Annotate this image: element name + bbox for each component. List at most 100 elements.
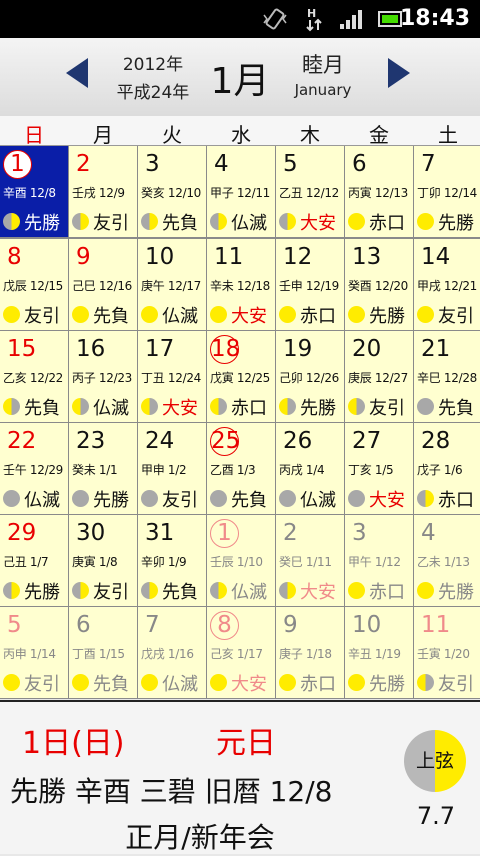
day-cell[interactable]: 15 乙亥 12/22 先負 <box>0 331 68 422</box>
weekday-4: 木 <box>300 123 320 147</box>
day-number: 10 <box>145 243 174 271</box>
day-cell[interactable]: 6 丁酉 1/15 先負 <box>69 607 137 698</box>
lunar-date: 丙寅 12/13 <box>348 186 408 200</box>
day-number: 8 <box>210 611 239 640</box>
day-cell[interactable]: 7 丁卯 12/14 先勝 <box>414 146 480 237</box>
day-cell[interactable]: 7 戊戌 1/16 仏滅 <box>138 607 206 698</box>
day-number-text: 9 <box>283 612 298 638</box>
moon-phase-icon <box>141 582 158 599</box>
day-number-text: 6 <box>76 612 91 638</box>
moon-phase-icon <box>72 490 89 507</box>
day-number-text: 5 <box>7 612 22 638</box>
day-cell[interactable]: 3 甲午 1/12 赤口 <box>345 515 413 606</box>
moon-phase-icon <box>72 674 89 691</box>
day-cell[interactable]: 11 壬寅 1/20 友引 <box>414 607 480 698</box>
day-cell[interactable]: 10 辛丑 1/19 先勝 <box>345 607 413 698</box>
moon-phase-icon <box>417 306 434 323</box>
day-cell[interactable]: 2 癸巳 1/11 大安 <box>276 515 344 606</box>
day-cell[interactable]: 29 己丑 1/7 先勝 <box>0 515 68 606</box>
day-number: 5 <box>283 150 298 178</box>
day-cell[interactable]: 8 戊辰 12/15 友引 <box>0 239 68 330</box>
moon-phase-icon <box>348 490 365 507</box>
month-title: 1月 <box>210 61 270 102</box>
lunar-date: 丙子 12/23 <box>72 371 132 385</box>
day-number: 18 <box>210 335 240 364</box>
day-cell[interactable]: 20 庚辰 12/27 友引 <box>345 331 413 422</box>
day-number-text: 5 <box>283 151 298 177</box>
day-cell[interactable]: 22 壬午 12/29 仏滅 <box>0 423 68 514</box>
rokuyo-label: 大安 <box>369 490 405 511</box>
day-cell[interactable]: 11 辛未 12/18 大安 <box>207 239 275 330</box>
prev-month-button[interactable] <box>66 58 88 88</box>
lunar-date: 甲申 1/2 <box>141 463 187 477</box>
rokuyo-label: 仏滅 <box>24 490 60 511</box>
day-cell[interactable]: 10 庚午 12/17 仏滅 <box>138 239 206 330</box>
day-cell[interactable]: 1 壬辰 1/10 仏滅 <box>207 515 275 606</box>
day-number: 21 <box>421 335 450 363</box>
rokuyo-label: 大安 <box>300 582 336 603</box>
day-cell[interactable]: 5 丙申 1/14 友引 <box>0 607 68 698</box>
day-cell[interactable]: 13 癸酉 12/20 先勝 <box>345 239 413 330</box>
next-month-button[interactable] <box>388 58 410 88</box>
day-cell[interactable]: 17 丁丑 12/24 大安 <box>138 331 206 422</box>
day-cell[interactable]: 8 己亥 1/17 大安 <box>207 607 275 698</box>
day-number: 24 <box>145 427 174 455</box>
day-cell[interactable]: 12 壬申 12/19 赤口 <box>276 239 344 330</box>
rokuyo-label: 赤口 <box>369 582 405 603</box>
day-cell[interactable]: 24 甲申 1/2 友引 <box>138 423 206 514</box>
day-cell[interactable]: 6 丙寅 12/13 赤口 <box>345 146 413 237</box>
moon-phase-icon <box>141 674 158 691</box>
day-cell[interactable]: 27 丁亥 1/5 大安 <box>345 423 413 514</box>
day-number-text: 24 <box>145 428 175 454</box>
day-number-text: 10 <box>145 244 175 270</box>
selected-date: 1日(日) <box>22 726 125 761</box>
day-cell[interactable]: 19 己卯 12/26 先勝 <box>276 331 344 422</box>
day-cell[interactable]: 9 庚子 1/18 赤口 <box>276 607 344 698</box>
day-cell[interactable]: 30 庚寅 1/8 友引 <box>69 515 137 606</box>
day-number-text: 15 <box>7 336 37 362</box>
day-number-text: 7 <box>145 612 160 638</box>
lunar-date: 乙亥 12/22 <box>3 371 63 385</box>
day-number: 17 <box>145 335 174 363</box>
day-number: 16 <box>76 335 105 363</box>
day-cell[interactable]: 31 辛卯 1/9 先負 <box>138 515 206 606</box>
moon-phase-icon <box>3 674 20 691</box>
day-cell[interactable]: 4 甲子 12/11 仏滅 <box>207 146 275 237</box>
day-number-text: 11 <box>421 612 451 638</box>
day-cell[interactable]: 4 乙未 1/13 先勝 <box>414 515 480 606</box>
status-bar: H 18:43 <box>0 0 480 38</box>
moon-phase-icon <box>72 213 89 230</box>
day-cell[interactable]: 1 辛酉 12/8 先勝 <box>0 146 68 237</box>
day-cell[interactable]: 28 戊子 1/6 赤口 <box>414 423 480 514</box>
moon-phase-icon: 上弦 <box>404 730 466 792</box>
moon-phase-icon <box>279 582 296 599</box>
rokuyo-label: 友引 <box>93 582 129 603</box>
day-number-text: 8 <box>7 244 22 270</box>
moon-phase-icon <box>417 674 434 691</box>
day-number-text: 31 <box>145 520 175 546</box>
day-number-text: 14 <box>421 244 451 270</box>
day-cell[interactable]: 3 癸亥 12/10 先負 <box>138 146 206 237</box>
year-label: 2012年 <box>122 55 184 75</box>
lunar-date: 庚子 1/18 <box>279 647 332 661</box>
rokuyo-label: 先負 <box>24 398 60 419</box>
moon-phase-icon <box>210 490 227 507</box>
moon-phase-icon <box>210 398 227 415</box>
day-cell[interactable]: 16 丙子 12/23 仏滅 <box>69 331 137 422</box>
day-number: 25 <box>210 427 240 456</box>
day-cell[interactable]: 5 乙丑 12/12 大安 <box>276 146 344 237</box>
day-cell[interactable]: 9 己巳 12/16 先負 <box>69 239 137 330</box>
day-cell[interactable]: 18 戊寅 12/25 赤口 <box>207 331 275 422</box>
lunar-date: 辛卯 1/9 <box>141 555 187 569</box>
moon-phase-icon <box>279 213 296 230</box>
day-number: 29 <box>7 519 36 547</box>
day-cell[interactable]: 21 辛巳 12/28 先負 <box>414 331 480 422</box>
day-number: 6 <box>76 611 91 639</box>
day-cell[interactable]: 26 丙戌 1/4 仏滅 <box>276 423 344 514</box>
day-cell[interactable]: 25 乙酉 1/3 先負 <box>207 423 275 514</box>
lunar-date: 庚寅 1/8 <box>72 555 118 569</box>
lunar-date: 己亥 1/17 <box>210 647 263 661</box>
day-cell[interactable]: 2 壬戌 12/9 友引 <box>69 146 137 237</box>
day-cell[interactable]: 23 癸未 1/1 先勝 <box>69 423 137 514</box>
day-cell[interactable]: 14 甲戌 12/21 友引 <box>414 239 480 330</box>
